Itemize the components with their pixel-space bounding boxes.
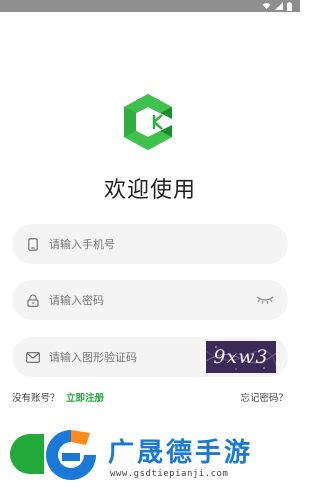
register-link[interactable]: 立即注册 bbox=[66, 390, 104, 404]
wifi-icon bbox=[262, 3, 271, 10]
lock-icon bbox=[26, 293, 40, 307]
password-input[interactable] bbox=[49, 293, 219, 307]
captcha-image[interactable]: 9xw3 bbox=[206, 341, 276, 373]
watermark-green-shape bbox=[10, 434, 44, 474]
status-icons bbox=[262, 0, 292, 12]
captcha-text: 9xw3 bbox=[213, 346, 269, 368]
signal-icon bbox=[275, 2, 283, 10]
no-account-text: 没有账号？ bbox=[12, 393, 60, 404]
captcha-input[interactable] bbox=[49, 350, 219, 364]
watermark-brand-text: 广晟德手游 bbox=[108, 438, 254, 468]
password-field[interactable] bbox=[12, 280, 288, 320]
status-bar bbox=[0, 0, 300, 12]
phone-field[interactable] bbox=[12, 224, 288, 264]
phone-input[interactable] bbox=[49, 237, 219, 251]
mail-icon bbox=[26, 350, 40, 364]
captcha-field[interactable]: 9xw3 bbox=[12, 337, 288, 377]
phone-icon bbox=[26, 237, 40, 251]
page-title: 欢迎使用 bbox=[103, 178, 196, 203]
eye-closed-icon[interactable] bbox=[256, 293, 274, 305]
links-row: 没有账号？ 立即注册 忘记密码？ bbox=[12, 390, 288, 406]
app-logo-icon bbox=[124, 94, 172, 150]
forgot-password-link[interactable]: 忘记密码？ bbox=[240, 390, 288, 404]
watermark-logo-icon bbox=[44, 428, 98, 482]
watermark-url: www.gsdtiepianji.com bbox=[110, 469, 229, 479]
battery-icon bbox=[287, 1, 292, 11]
